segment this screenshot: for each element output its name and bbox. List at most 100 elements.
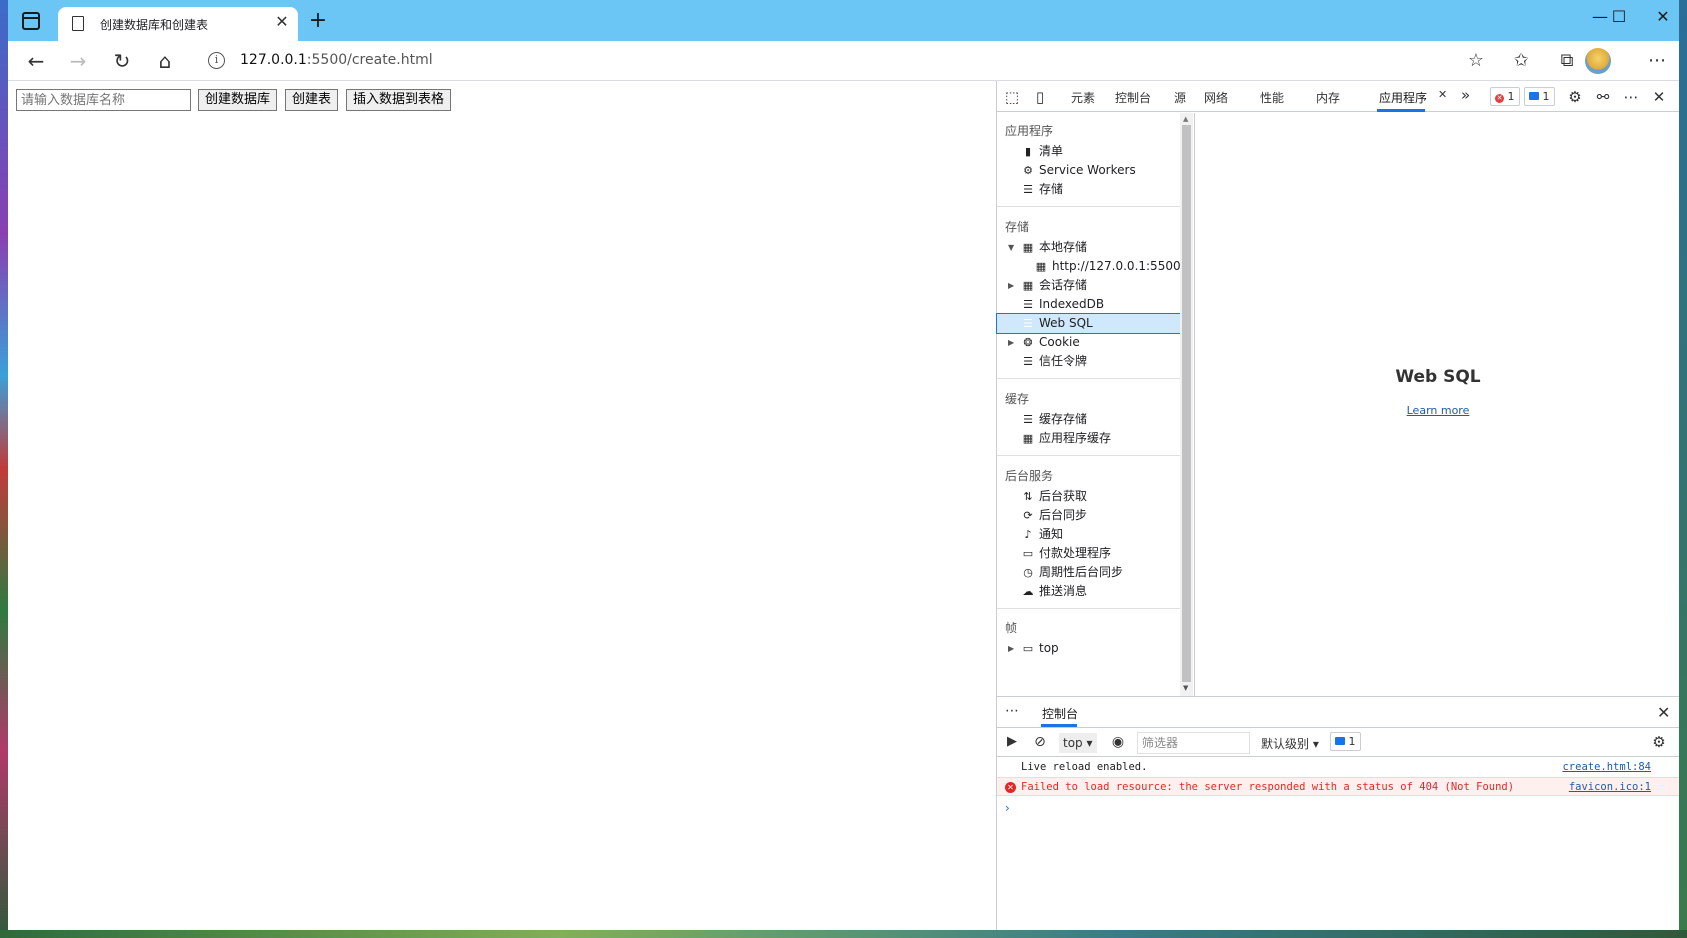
sidebar-item-label: 后台获取 [1039,489,1088,503]
devtools-tab-bar: ⬚ ▯ 元素 控制台 源 网络 性能 内存 应用程序 ✕ » ✕ 1 1 ⚙ ⚯… [997,81,1679,112]
log-level-select[interactable]: 默认级别 ▾ [1261,735,1319,752]
collapse-triangle-icon[interactable]: ▶ [1008,333,1014,352]
collapse-triangle-icon[interactable]: ▶ [1008,276,1014,295]
section-cache: 缓存 [1005,392,1030,406]
browser-tab[interactable]: 创建数据库和创建表 ✕ [58,7,298,41]
sidebar-item-label: 清单 [1039,144,1064,158]
sidebar-item-local-storage[interactable]: ▼ ▦ 本地存储 [997,238,1180,257]
new-tab-button[interactable]: + [306,10,330,34]
sidebar-item-push-messaging[interactable]: ☁ 推送消息 [997,582,1180,601]
sidebar-item-service-workers[interactable]: ⚙ Service Workers [997,161,1180,180]
console-message-badge[interactable]: 1 [1330,732,1361,751]
tab-performance[interactable]: 性能 [1260,89,1284,106]
console-settings-gear-icon[interactable]: ⚙ [1649,732,1669,752]
collapse-triangle-icon[interactable]: ▶ [1008,639,1014,658]
insert-data-button[interactable]: 插入数据到表格 [346,89,452,111]
sidebar-item-background-sync[interactable]: ⟳ 后台同步 [997,506,1180,525]
url-path: :5500/create.html [306,52,433,68]
clear-console-icon[interactable]: ⊘ [1030,732,1050,752]
sidebar-item-manifest[interactable]: ▮ 清单 [997,142,1180,161]
credit-card-icon: ▭ [1022,547,1034,560]
sidebar-item-trust-tokens[interactable]: ☰ 信任令牌 [997,352,1180,371]
sidebar-item-cache-storage[interactable]: ☰ 缓存存储 [997,410,1180,429]
sidebar-item-label: Web SQL [1039,316,1093,330]
expand-triangle-icon[interactable]: ▼ [1008,238,1014,257]
error-count-badge[interactable]: ✕ 1 [1490,87,1520,106]
eye-icon[interactable]: ◉ [1108,732,1128,752]
tab-memory[interactable]: 内存 [1316,89,1340,106]
sidebar-item-websql[interactable]: ☰ Web SQL [996,313,1181,334]
grid-icon: ▦ [1022,432,1034,445]
site-info-icon[interactable]: i [208,52,225,69]
feedback-icon[interactable]: ⚯ [1593,87,1613,107]
sidebar-scrollbar[interactable]: ▲ ▼ [1180,113,1193,696]
scroll-up-icon[interactable]: ▲ [1183,115,1188,123]
create-table-button[interactable]: 创建表 [285,89,339,111]
sidebar-item-storage[interactable]: ☰ 存储 [997,180,1180,199]
database-name-input[interactable] [16,89,191,111]
more-menu-icon[interactable]: ⋯ [1643,47,1671,75]
drawer-tab-console[interactable]: 控制台 [1042,705,1078,722]
devtools-panel: ⬚ ▯ 元素 控制台 源 网络 性能 内存 应用程序 ✕ » ✕ 1 1 ⚙ ⚯… [996,81,1679,930]
context-select[interactable]: top ▾ [1059,733,1097,753]
customize-more-icon[interactable]: ⋯ [1621,87,1641,107]
drawer-menu-icon[interactable]: ⋯ [1005,703,1019,719]
message-icon [1335,737,1345,745]
learn-more-link[interactable]: Learn more [1196,404,1679,417]
profile-avatar[interactable] [1585,48,1611,74]
close-devtools-icon[interactable]: ✕ [1649,87,1669,107]
console-prompt-icon[interactable]: › [1005,801,1010,815]
favorites-icon[interactable]: ✩ [1507,47,1535,75]
grid-icon: ▦ [1022,279,1034,292]
sidebar-item-periodic-sync[interactable]: ◷ 周期性后台同步 [997,563,1180,582]
divider [997,455,1180,456]
create-database-button[interactable]: 创建数据库 [198,89,278,111]
scroll-down-icon[interactable]: ▼ [1183,684,1188,692]
sidebar-item-notifications[interactable]: ♪ 通知 [997,525,1180,544]
tab-application-close-icon[interactable]: ✕ [1438,88,1447,101]
close-drawer-icon[interactable]: ✕ [1657,703,1670,722]
sidebar-item-app-cache[interactable]: ▦ 应用程序缓存 [997,429,1180,448]
tab-sources[interactable]: 源 [1174,89,1186,106]
forward-icon[interactable]: → [64,47,92,75]
refresh-icon[interactable]: ↻ [108,47,136,75]
console-source-link[interactable]: create.html:84 [1562,758,1651,777]
collections-icon[interactable]: ⧉ [1553,47,1581,75]
tab-actions-icon[interactable] [22,12,40,30]
section-frames: 帧 [1005,621,1018,635]
home-icon[interactable]: ⌂ [151,47,179,75]
divider [997,206,1180,207]
add-favorite-icon[interactable]: ☆ [1462,47,1490,75]
sidebar-item-payment-handler[interactable]: ▭ 付款处理程序 [997,544,1180,563]
sidebar-item-indexeddb[interactable]: ☰ IndexedDB [997,295,1180,314]
console-source-link[interactable]: favicon.ico:1 [1569,778,1651,797]
device-toolbar-icon[interactable]: ▯ [1030,87,1050,107]
address-toolbar: ← → ↻ ⌂ i 127.0.0.1:5500/create.html ☆ ✩… [8,41,1679,81]
settings-gear-icon[interactable]: ⚙ [1565,87,1585,107]
console-filter-input[interactable]: 筛选器 [1137,732,1250,754]
tab-application[interactable]: 应用程序 [1379,89,1427,106]
tab-close-icon[interactable]: ✕ [272,12,292,32]
sidebar-item-label: 信任令牌 [1039,354,1088,368]
sidebar-item-frame-top[interactable]: ▶ ▭ top [997,639,1180,658]
scrollbar-thumb[interactable] [1182,125,1191,682]
sidebar-item-session-storage[interactable]: ▶ ▦ 会话存储 [997,276,1180,295]
message-icon [1529,92,1539,100]
maximize-button[interactable]: ☐ [1599,4,1639,30]
message-count-badge[interactable]: 1 [1524,87,1555,106]
sidebar-item-local-origin[interactable]: ▦ http://127.0.0.1:5500 [997,257,1181,276]
tab-elements[interactable]: 元素 [1071,89,1095,106]
inspect-element-icon[interactable]: ⬚ [1002,87,1022,107]
sidebar-item-cookie[interactable]: ▶ ❂ Cookie [997,333,1180,352]
more-tabs-icon[interactable]: » [1461,86,1470,104]
address-bar[interactable]: 127.0.0.1:5500/create.html [240,52,433,68]
tab-network[interactable]: 网络 [1204,89,1228,106]
console-drawer: ⋯ 控制台 ✕ ▶ ⊘ top ▾ ◉ 筛选器 默认级别 ▾ 1 ⚙ Live … [997,696,1679,930]
back-icon[interactable]: ← [22,47,50,75]
error-count: 1 [1507,90,1515,103]
sidebar-item-background-fetch[interactable]: ⇅ 后台获取 [997,487,1180,506]
tab-console[interactable]: 控制台 [1115,89,1151,106]
close-window-button[interactable]: ✕ [1643,4,1679,30]
sidebar-toggle-icon[interactable]: ▶ [1002,732,1022,752]
grid-icon: ▦ [1022,241,1034,254]
